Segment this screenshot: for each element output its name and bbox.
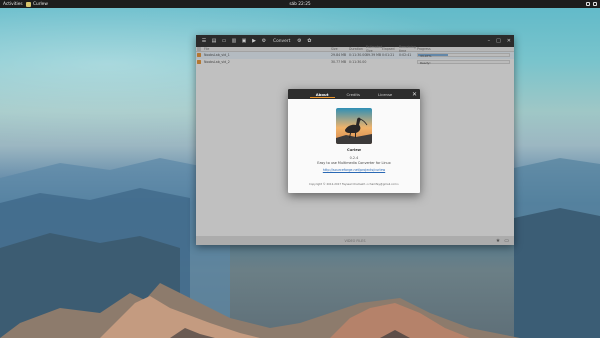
- remove-icon[interactable]: ▥: [229, 36, 239, 46]
- play-icon[interactable]: ▶: [249, 36, 259, 46]
- header-bar: ☰ ▤ ▭ ▥ ▣ ▶ ⚙ Convert ⚙ ✿ – □ ✕: [196, 35, 514, 47]
- close-icon[interactable]: ✕: [507, 38, 511, 44]
- clock[interactable]: sáb 22:25: [0, 2, 600, 7]
- curlew-logo: [336, 108, 372, 144]
- close-icon[interactable]: ✕: [412, 89, 417, 99]
- window-controls: – □ ✕: [488, 35, 511, 47]
- app-menu-label: Curlew: [33, 1, 48, 7]
- app-menu[interactable]: Curlew: [26, 1, 48, 7]
- tab-license[interactable]: License: [369, 89, 401, 99]
- add-file-icon[interactable]: ▤: [209, 36, 219, 46]
- about-app-name: Curlew: [347, 148, 361, 152]
- about-dialog: About Credits License ✕ Curlew 0.2.4 Eas…: [288, 89, 420, 193]
- activities-button[interactable]: Activities: [3, 2, 23, 7]
- about-version: 0.2.4: [349, 156, 359, 160]
- settings-icon[interactable]: ⚙: [294, 36, 304, 46]
- about-website-link[interactable]: http://sourceforge.net/projects/curlew: [288, 168, 420, 172]
- add-folder-icon[interactable]: ▭: [219, 36, 229, 46]
- about-description: Easy to use Multimedia Converter for Lin…: [317, 161, 391, 165]
- maximize-icon[interactable]: □: [496, 38, 501, 44]
- system-tray[interactable]: [586, 2, 597, 6]
- about-icon[interactable]: ✿: [304, 36, 314, 46]
- about-dialog-header: About Credits License ✕: [288, 89, 420, 99]
- clear-icon[interactable]: ▣: [239, 36, 249, 46]
- power-icon: [593, 2, 597, 6]
- about-copyright: Copyright © 2012-2017 Fayssal Chamekh <c…: [308, 182, 400, 186]
- tab-credits[interactable]: Credits: [338, 89, 369, 99]
- menu-icon[interactable]: ☰: [199, 36, 209, 46]
- convert-icon[interactable]: ⚙: [259, 36, 269, 46]
- network-icon: [586, 2, 590, 6]
- minimize-icon[interactable]: –: [488, 38, 491, 44]
- tab-about[interactable]: About: [307, 89, 338, 99]
- curlew-app-icon: [26, 1, 31, 7]
- convert-button[interactable]: Convert: [269, 39, 294, 44]
- top-bar: Activities Curlew sáb 22:25: [0, 0, 600, 8]
